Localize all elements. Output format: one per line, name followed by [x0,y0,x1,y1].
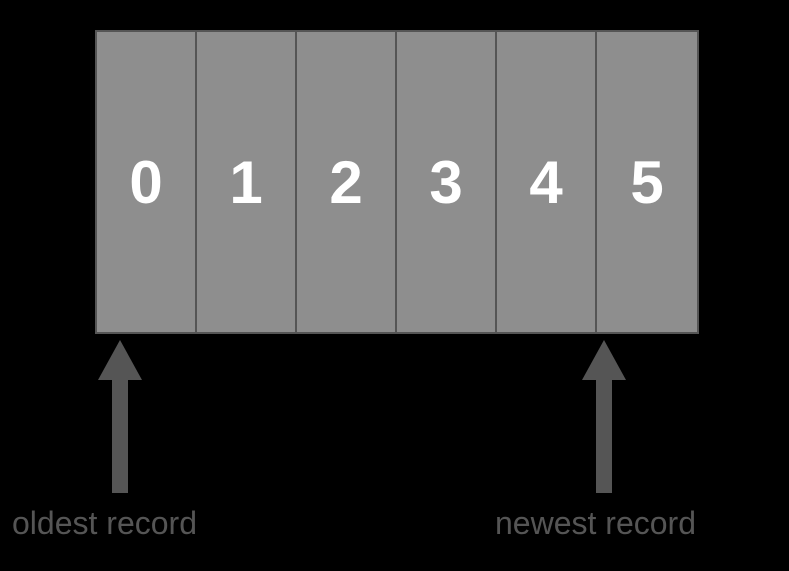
cell-value: 3 [429,148,462,217]
cell-value: 1 [229,148,262,217]
array-cell: 4 [497,32,597,332]
array-container: 0 1 2 3 4 5 [95,30,699,334]
cell-value: 4 [529,148,562,217]
array-cell: 1 [197,32,297,332]
array-cell: 2 [297,32,397,332]
arrow-up-icon [100,340,140,490]
cell-value: 2 [329,148,362,217]
oldest-record-label: oldest record [12,505,197,542]
arrow-up-icon [584,340,624,490]
array-cell: 5 [597,32,697,332]
oldest-arrow [100,340,140,490]
newest-arrow [584,340,624,490]
array-cell: 0 [97,32,197,332]
newest-record-label: newest record [495,505,696,542]
cell-value: 5 [630,148,663,217]
cell-value: 0 [129,148,162,217]
array-cell: 3 [397,32,497,332]
